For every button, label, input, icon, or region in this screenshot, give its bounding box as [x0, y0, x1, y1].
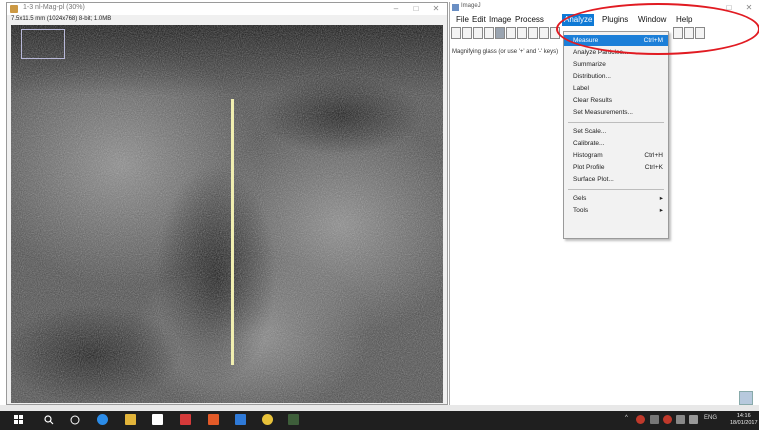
menu-item-tools[interactable]: Tools ▸ [564, 205, 668, 216]
line-selection[interactable] [231, 99, 234, 365]
status-bar-text: Magnifying glass (or use '+' and '-' key… [452, 49, 559, 55]
minimize-icon[interactable]: – [387, 3, 405, 15]
tray-chevron-icon[interactable]: ^ [625, 415, 628, 421]
imagej-app-icon [10, 5, 18, 13]
menu-item-clear-results[interactable]: Clear Results [564, 95, 668, 106]
menu-process[interactable]: Process [513, 14, 546, 26]
photos-icon[interactable] [235, 414, 246, 425]
overview-indicator [21, 29, 65, 59]
annotation-ellipse [556, 3, 759, 55]
edge-icon[interactable] [97, 414, 108, 425]
image-window-titlebar[interactable]: 1-3 nl-Mag-pl (30%) – □ ✕ [7, 3, 447, 15]
task-view-icon[interactable] [70, 415, 80, 425]
imagej-icon[interactable] [288, 414, 299, 425]
line-tool-icon[interactable] [495, 27, 505, 39]
analyze-dropdown-menu: Measure Ctrl+M Analyze Particles... Summa… [563, 31, 669, 239]
desktop-shortcut-icon[interactable] [739, 391, 753, 405]
explorer-icon[interactable] [125, 414, 136, 425]
menu-separator [568, 122, 664, 123]
image-window: 1-3 nl-Mag-pl (30%) – □ ✕ 7.5x11.5 mm (1… [6, 2, 448, 405]
mail-icon[interactable] [180, 414, 191, 425]
store-icon[interactable] [152, 414, 163, 425]
chrome-icon[interactable] [262, 414, 273, 425]
menu-item-summarize[interactable]: Summarize [564, 59, 668, 70]
menu-item-label[interactable]: Label [564, 83, 668, 94]
wand-tool-icon[interactable] [528, 27, 538, 39]
submenu-arrow-icon: ▸ [659, 207, 663, 214]
image-info-text: 7.5x11.5 mm (1024x768) 8-bit; 1.0MB [11, 16, 112, 22]
windows-start-icon[interactable] [14, 415, 24, 425]
search-icon[interactable] [44, 415, 54, 425]
point-tool-icon[interactable] [517, 27, 527, 39]
clock[interactable]: 14:16 18/01/2017 [730, 413, 758, 427]
menu-file[interactable]: File [454, 14, 471, 26]
image-window-title: 1-3 nl-Mag-pl (30%) [23, 4, 85, 11]
oval-tool-icon[interactable] [462, 27, 472, 39]
menu-item-set-measurements[interactable]: Set Measurements... [564, 107, 668, 118]
antivirus-icon[interactable] [636, 415, 645, 424]
close-icon[interactable]: ✕ [427, 3, 445, 15]
imagej-title: ImageJ [461, 3, 481, 9]
angle-tool-icon[interactable] [506, 27, 516, 39]
menu-item-gels[interactable]: Gels ▸ [564, 193, 668, 204]
menu-separator [568, 189, 664, 190]
taskbar: ^ ENG 14:16 18/01/2017 [0, 411, 759, 430]
office-icon[interactable] [208, 414, 219, 425]
image-canvas[interactable] [11, 25, 443, 403]
volume-icon[interactable] [676, 415, 685, 424]
rectangle-tool-icon[interactable] [451, 27, 461, 39]
menu-item-calibrate[interactable]: Calibrate... [564, 138, 668, 149]
network-icon[interactable] [650, 415, 659, 424]
polygon-tool-icon[interactable] [473, 27, 483, 39]
menu-edit[interactable]: Edit [470, 14, 488, 26]
text-tool-icon[interactable] [539, 27, 549, 39]
menu-item-distribution[interactable]: Distribution... [564, 71, 668, 82]
menu-image[interactable]: Image [487, 14, 513, 26]
micrograph-image [11, 25, 443, 403]
close-icon[interactable]: ✕ [740, 2, 758, 14]
clock-date: 18/01/2017 [730, 420, 758, 426]
clock-time: 14:16 [736, 413, 751, 419]
freehand-tool-icon[interactable] [484, 27, 494, 39]
update-icon[interactable] [663, 415, 672, 424]
menu-item-histogram[interactable]: Histogram Ctrl+H [564, 150, 668, 161]
language-indicator[interactable]: ENG [704, 415, 717, 421]
submenu-arrow-icon: ▸ [659, 195, 663, 202]
menu-item-plot-profile[interactable]: Plot Profile Ctrl+K [564, 162, 668, 173]
battery-icon[interactable] [689, 415, 698, 424]
menu-item-set-scale[interactable]: Set Scale... [564, 126, 668, 137]
maximize-icon[interactable]: □ [407, 3, 425, 15]
menu-item-surface-plot[interactable]: Surface Plot... [564, 174, 668, 185]
microscope-icon [452, 4, 459, 11]
